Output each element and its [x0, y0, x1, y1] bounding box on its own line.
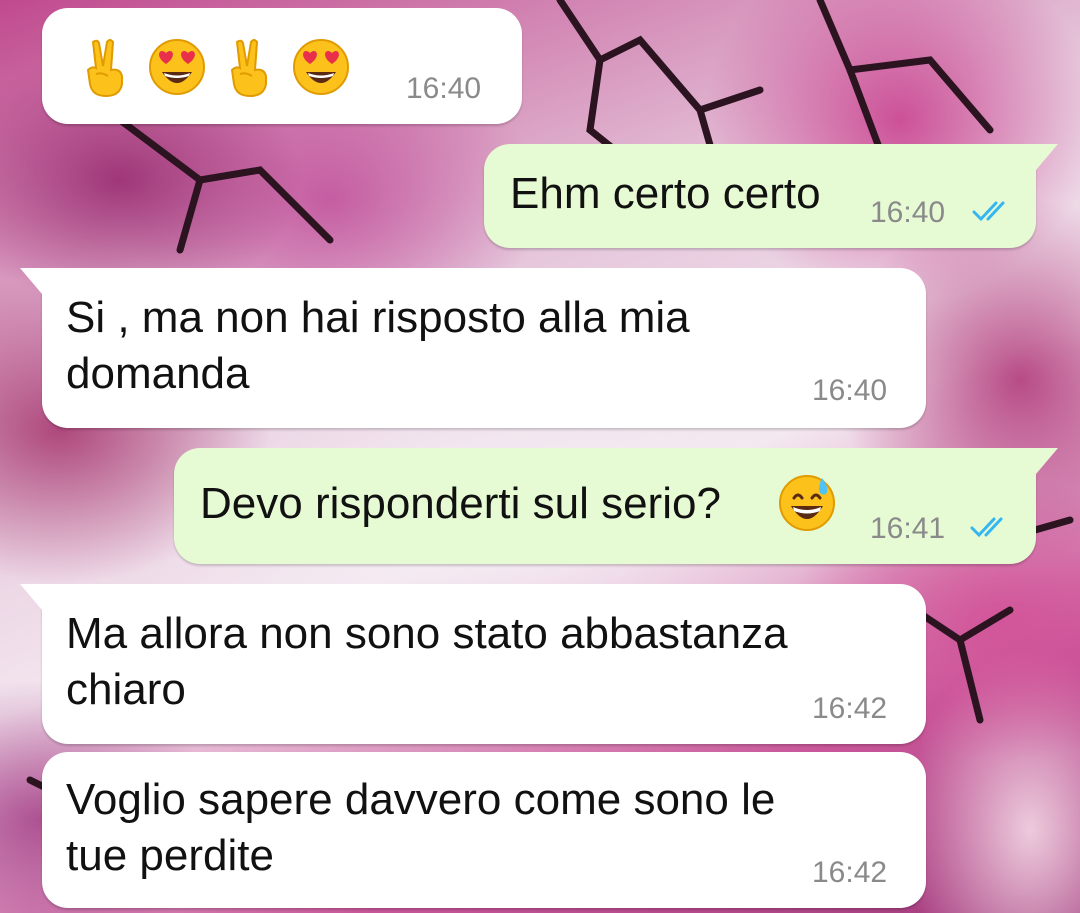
message-bubble-incoming[interactable]: Ma allora non sono stato abbastanza chia… [20, 584, 926, 744]
message-text: Ehm certo certo [510, 169, 821, 218]
message-bubble-incoming[interactable]: Si , ma non hai risposto alla mia domand… [20, 268, 926, 428]
message-bubble-incoming[interactable]: Voglio sapere davvero come sono le tue p… [42, 752, 926, 908]
message-text: Devo risponderti sul serio? [200, 479, 721, 528]
message-timestamp: 16:42 [812, 856, 888, 889]
read-receipt-double-check-icon [970, 517, 1003, 538]
message-bubble-outgoing[interactable]: Ehm certo certo 16:40 [484, 144, 1058, 248]
message-text: Si , ma non hai risposto alla mia domand… [66, 293, 690, 398]
message-timestamp: 16:41 [870, 512, 946, 545]
heart-eyes-face-icon [149, 39, 205, 95]
message-timestamp: 16:42 [812, 692, 888, 725]
message-timestamp: 16:40 [870, 196, 946, 229]
emoji-row [76, 36, 350, 98]
message-timestamp: 16:40 [406, 72, 482, 105]
message-text: Voglio sapere davvero come sono le tue p… [66, 775, 776, 880]
bubble-tail [1036, 448, 1058, 474]
victory-hand-icon [86, 39, 123, 98]
message-timestamp: 16:40 [812, 374, 888, 407]
message-bubble-incoming[interactable]: 16:40 [42, 8, 522, 124]
bubble-tail [20, 268, 42, 294]
chat-message-list[interactable]: 16:40 Ehm certo certo 16:40 Si , ma non … [0, 0, 1080, 913]
bubble-tail [20, 584, 42, 610]
grinning-sweat-face-icon [779, 475, 835, 531]
heart-eyes-face-icon [293, 39, 349, 95]
message-text: Ma allora non sono stato abbastanza chia… [66, 609, 788, 714]
bubble-tail [1036, 144, 1058, 170]
victory-hand-icon [230, 39, 267, 98]
read-receipt-double-check-icon [972, 201, 1005, 222]
message-bubble-outgoing[interactable]: Devo risponderti sul serio? 16:41 [174, 448, 1058, 564]
